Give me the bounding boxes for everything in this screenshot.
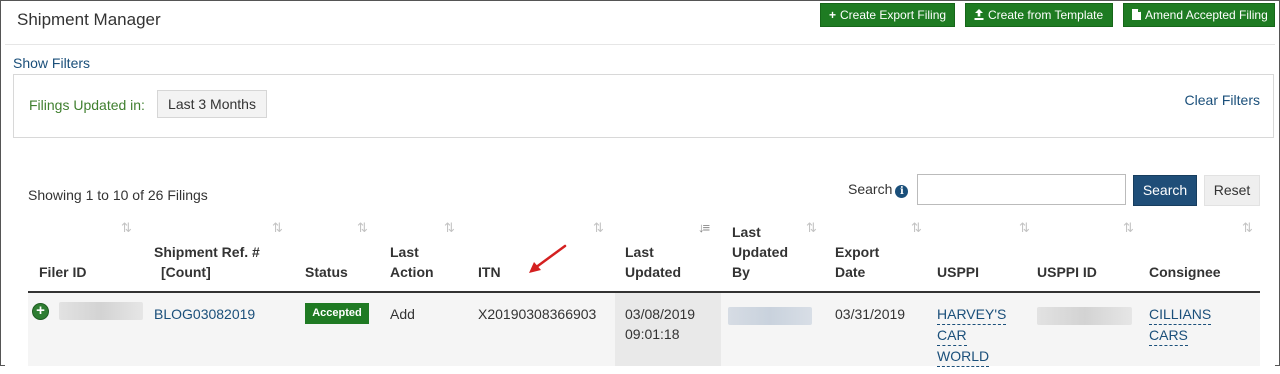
reset-button[interactable]: Reset	[1204, 175, 1260, 206]
table-row[interactable]: + BLOG03082019 Accepted Add X20190308366…	[28, 293, 1260, 367]
show-filters-link[interactable]: Show Filters	[13, 55, 90, 71]
column-header-line: Action	[390, 264, 434, 280]
create-from-template-label: Create from Template	[988, 8, 1104, 22]
status-badge: Accepted	[305, 303, 369, 324]
column-header-line: Last	[625, 244, 654, 260]
sort-icon: ⇅	[911, 220, 922, 235]
search-button[interactable]: Search	[1133, 175, 1197, 206]
column-header-status[interactable]: ⇅ Status	[305, 216, 377, 292]
column-header-line: Updated	[625, 264, 681, 280]
usppi-line: WORLD	[937, 347, 990, 367]
column-header-last-updated-by[interactable]: ⇅ Last Updated By	[732, 216, 824, 292]
create-from-template-button[interactable]: Create from Template	[965, 3, 1113, 27]
column-header-label: ITN	[478, 264, 501, 280]
sort-icon: ⇅	[121, 220, 132, 235]
consignee-link[interactable]: CILLIANS CARS	[1149, 304, 1212, 346]
column-header-label: Consignee	[1149, 264, 1221, 280]
export-date-cell: 03/31/2019	[835, 306, 906, 322]
page-header: Shipment Manager + Create Export Filing C…	[1, 1, 1279, 41]
document-icon	[1132, 4, 1141, 26]
sort-icon: ⇅	[444, 220, 455, 235]
clear-filters-link[interactable]: Clear Filters	[1185, 92, 1260, 108]
shipment-ref-link[interactable]: BLOG03082019	[154, 304, 255, 324]
column-header-line: Export	[835, 244, 880, 260]
column-header-export-date[interactable]: ⇅ Export Date	[835, 216, 931, 292]
create-export-filing-label: Create Export Filing	[840, 8, 947, 22]
last-updated-date: 03/08/2019	[625, 306, 696, 322]
usppi-line: HARVEY'S	[937, 305, 1007, 325]
sort-icon: ⇅	[806, 220, 817, 235]
filters-box: Filings Updated in: Last 3 Months Clear …	[13, 74, 1274, 138]
column-header-label: USPPI ID	[1037, 264, 1097, 280]
upload-icon	[974, 4, 984, 26]
sort-descending-icon: ↓≡	[698, 220, 710, 235]
column-header-label: Last Action	[390, 242, 434, 282]
usppi-line: CAR	[937, 326, 967, 346]
column-header-usppi-id[interactable]: ⇅ USPPI ID	[1037, 216, 1149, 292]
search-input[interactable]	[917, 174, 1126, 205]
usppi-link[interactable]: HARVEY'S CAR WORLD	[937, 304, 1007, 367]
sort-icon: ⇅	[593, 220, 604, 235]
column-header-last-updated[interactable]: ↓≡ Last Updated	[625, 216, 717, 292]
column-header-line: Last	[390, 244, 419, 260]
sort-icon: ⇅	[1123, 220, 1134, 235]
sort-icon: ⇅	[1019, 220, 1030, 235]
sort-icon: ⇅	[272, 220, 283, 235]
last-updated-cell: 03/08/2019 09:01:18	[625, 304, 695, 344]
column-header-line: Date	[835, 264, 866, 280]
shipment-manager-page: Shipment Manager + Create Export Filing C…	[1, 1, 1279, 374]
column-header-label: Shipment Ref. # [Count]	[154, 242, 260, 282]
column-header-label: Status	[305, 264, 348, 280]
column-header-line: [Count]	[161, 264, 211, 280]
consignee-line: CILLIANS	[1149, 305, 1212, 325]
filer-id-redacted	[59, 302, 143, 320]
column-header-label: USPPI	[937, 264, 980, 280]
plus-icon: +	[829, 8, 837, 22]
create-export-filing-button[interactable]: + Create Export Filing	[820, 3, 955, 27]
column-header-label: Filer ID	[39, 264, 87, 280]
expand-row-icon[interactable]: +	[32, 303, 49, 320]
filings-updated-label: Filings Updated in:	[29, 97, 145, 113]
column-header-line: Last	[732, 224, 761, 240]
column-header-label: Export Date	[835, 242, 879, 282]
sort-icon: ⇅	[1242, 220, 1253, 235]
last-updated-by-redacted	[728, 307, 812, 325]
info-icon[interactable]: i	[895, 185, 909, 198]
column-header-last-action[interactable]: ⇅ Last Action	[390, 216, 462, 292]
annotation-arrow-icon	[529, 244, 567, 273]
last-action-cell: Add	[390, 306, 415, 322]
column-header-usppi[interactable]: ⇅ USPPI	[937, 216, 1037, 292]
page-title: Shipment Manager	[17, 10, 161, 29]
search-label: Search i	[848, 181, 909, 198]
filings-updated-select[interactable]: Last 3 Months	[157, 90, 267, 118]
filings-table: ⇅ Filer ID ⇅ Shipment Ref. # [Count] ⇅ S…	[28, 216, 1260, 367]
column-header-label: Last Updated	[625, 242, 681, 282]
usppi-id-redacted	[1037, 307, 1132, 325]
column-header-consignee[interactable]: ⇅ Consignee	[1149, 216, 1260, 292]
consignee-line: CARS	[1149, 326, 1188, 346]
showing-count-text: Showing 1 to 10 of 26 Filings	[28, 187, 208, 203]
column-header-line: Shipment Ref. #	[154, 244, 260, 260]
column-header-filer-id[interactable]: ⇅ Filer ID	[39, 216, 139, 292]
amend-accepted-filing-label: Amend Accepted Filing	[1145, 8, 1268, 22]
column-header-line: By	[732, 264, 750, 280]
itn-cell: X20190308366903	[478, 306, 597, 322]
column-header-label: Last Updated By	[732, 222, 788, 282]
column-header-line: Updated	[732, 244, 788, 260]
search-label-text: Search	[848, 181, 893, 197]
sort-icon: ⇅	[357, 220, 368, 235]
amend-accepted-filing-button[interactable]: Amend Accepted Filing	[1123, 3, 1275, 27]
column-header-shipment-ref[interactable]: ⇅ Shipment Ref. # [Count]	[154, 216, 292, 292]
last-updated-time: 09:01:18	[625, 326, 680, 342]
